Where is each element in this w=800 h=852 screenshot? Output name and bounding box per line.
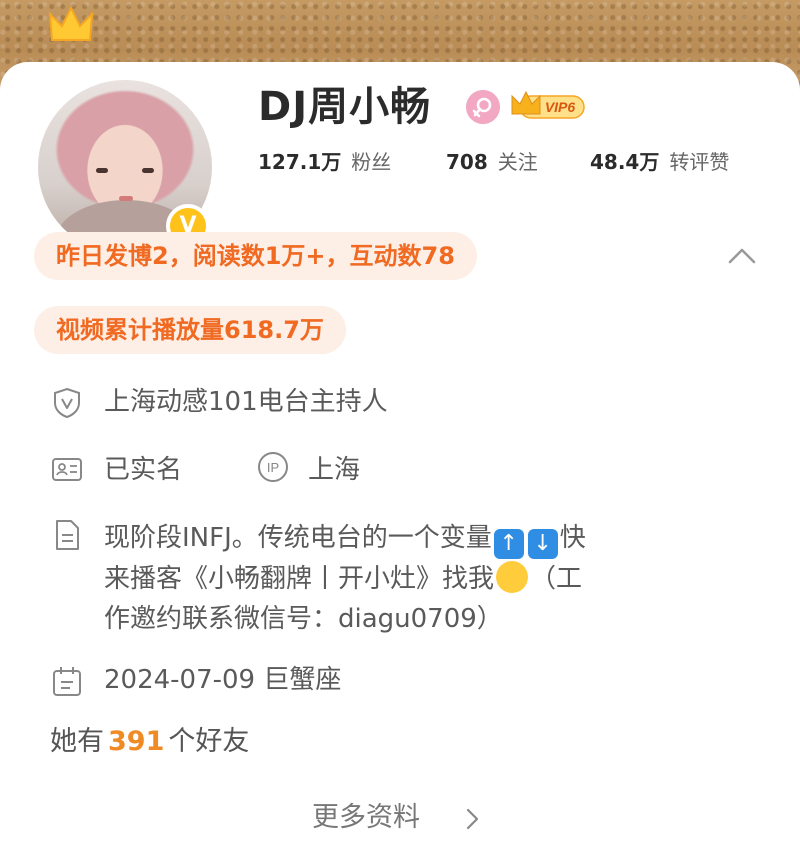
stat-label: 粉丝 — [351, 150, 392, 174]
friends-count[interactable]: 她有 391 个好友 — [50, 722, 249, 762]
svg-text:IP: IP — [267, 460, 279, 475]
vip-badge-icon[interactable]: VIP6 — [510, 90, 586, 122]
document-icon — [56, 520, 79, 550]
ip-location-text: 上海 — [308, 455, 361, 485]
calendar-icon — [53, 667, 81, 696]
hug-emoji — [496, 561, 529, 593]
ip-icon: IP — [258, 452, 288, 482]
chevron-right-icon[interactable] — [462, 807, 482, 831]
profile-card: V DJ周小畅 VIP6 127.1万 粉丝 708 关注 48.4万 转评赞 昨日发… — [0, 5, 800, 852]
stat-likes[interactable]: 48.4万 转评赞 — [590, 148, 729, 176]
bio-line: 来播客《小畅翻牌丨开小灶》找我 — [104, 564, 495, 594]
bio-line: 作邀约联系微信号：diagu0709） — [104, 604, 503, 634]
stat-followers[interactable]: 127.1万 粉丝 — [258, 148, 391, 176]
birthday-text: 2024-07-09 巨蟹座 — [104, 665, 342, 695]
stat-value: 127.1万 — [258, 150, 342, 174]
realname-text: 已实名 — [104, 455, 183, 485]
bio-text: 现阶段INFJ。传统电台的一个变量 ↑ ↓ 快 来播客《小畅翻牌丨开小灶》找我 （工 作… — [104, 518, 724, 639]
stat-label: 关注 — [497, 150, 538, 174]
stat-value: 48.4万 — [590, 150, 660, 174]
crown-icon — [48, 5, 94, 41]
friends-suffix: 个好友 — [168, 726, 250, 757]
stat-following[interactable]: 708 关注 — [446, 148, 538, 176]
bio-line: （工 — [530, 564, 583, 594]
activity-summary-pill[interactable]: 昨日发博2，阅读数1万+，互动数78 — [34, 232, 477, 280]
up-arrow-emoji: ↑ — [493, 529, 524, 559]
bio-line: 快 — [559, 523, 586, 553]
profile-name: DJ周小畅 — [258, 84, 432, 130]
female-icon — [466, 90, 500, 124]
shield-v-icon — [54, 387, 80, 419]
video-plays-pill[interactable]: 视频累计播放量618.7万 — [34, 306, 346, 354]
bio-line: 现阶段INFJ。传统电台的一个变量 — [104, 523, 492, 553]
id-card-icon — [52, 458, 82, 481]
vip-label: VIP6 — [545, 99, 576, 115]
friends-number: 391 — [108, 726, 165, 757]
more-info-button[interactable]: 更多资料 — [312, 798, 420, 838]
chevron-up-icon[interactable] — [724, 242, 760, 270]
stat-value: 708 — [446, 150, 488, 174]
friends-prefix: 她有 — [50, 726, 104, 757]
verification-text: 上海动感101电台主持人 — [104, 387, 388, 417]
down-arrow-emoji: ↓ — [527, 529, 558, 559]
stat-label: 转评赞 — [669, 150, 730, 174]
